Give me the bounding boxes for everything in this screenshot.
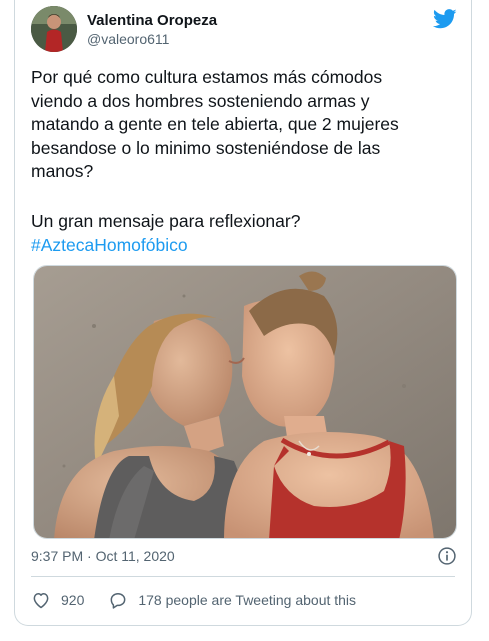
tweeting-link[interactable]: 178 people are Tweeting about this xyxy=(108,590,356,610)
like-button[interactable]: 920 xyxy=(31,590,84,610)
user-names: Valentina Oropeza @valeoro611 xyxy=(87,12,217,48)
twitter-bird-icon[interactable] xyxy=(433,8,457,30)
info-icon[interactable] xyxy=(437,546,457,566)
divider xyxy=(31,576,455,577)
speech-bubble-icon xyxy=(110,593,126,609)
user-handle[interactable]: @valeoro611 xyxy=(87,30,217,48)
heart-icon xyxy=(33,593,49,609)
tweet-text: Por qué como cultura estamos más cómodos… xyxy=(31,67,399,181)
tweet-timestamp[interactable]: 9:37 PM · Oct 11, 2020 xyxy=(31,548,175,564)
tweet-card: Valentina Oropeza @valeoro611 Por qué co… xyxy=(14,0,472,626)
avatar[interactable] xyxy=(31,6,77,52)
tweet-actions: 920 178 people are Tweeting about this xyxy=(31,590,356,610)
tweet-header: Valentina Oropeza @valeoro611 xyxy=(31,6,457,56)
tweet-question: Un gran mensaje para reflexionar? xyxy=(31,211,301,231)
like-count: 920 xyxy=(61,592,85,608)
hashtag-link[interactable]: #AztecaHomofóbico xyxy=(31,234,188,258)
display-name[interactable]: Valentina Oropeza xyxy=(87,12,217,30)
tweeting-count: 178 people are Tweeting about this xyxy=(138,592,357,608)
tweet-photo[interactable] xyxy=(33,265,457,539)
